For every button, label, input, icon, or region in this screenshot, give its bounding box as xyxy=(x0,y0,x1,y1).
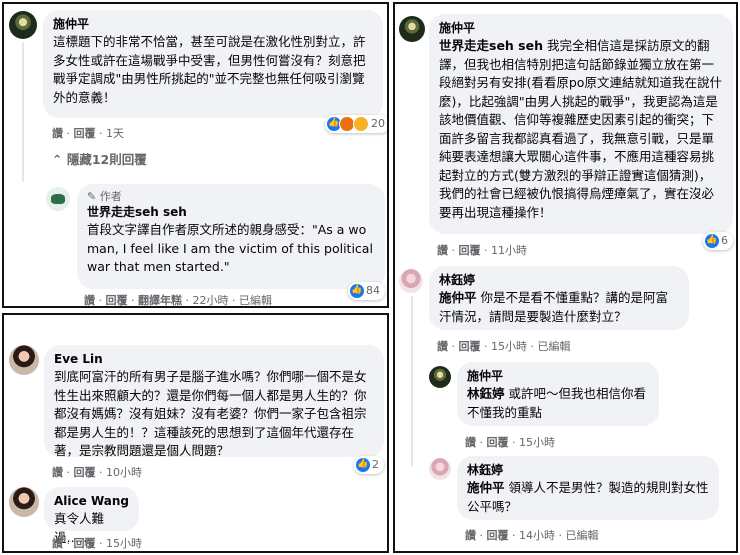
reaction-count: 2 xyxy=(372,458,379,471)
comment-time[interactable]: 15小時 xyxy=(491,340,527,353)
reply-link[interactable]: 回覆 xyxy=(106,294,128,306)
comment-bubble: 施仲平 林鈺婷 或許吧～但我也相信你看不懂我的重點 xyxy=(457,362,659,426)
commenter-name[interactable]: 施仲平 xyxy=(53,16,373,33)
reply-link[interactable]: 回覆 xyxy=(459,340,481,353)
comment-text: 林鈺婷 或許吧～但我也相信你看不懂我的重點 xyxy=(467,386,647,420)
avatar[interactable] xyxy=(46,187,70,211)
edited-label: 已編輯 xyxy=(565,529,599,542)
thread-line xyxy=(411,296,413,466)
like-link[interactable]: 讚 xyxy=(465,529,476,542)
like-link[interactable]: 讚 xyxy=(52,537,63,550)
commenter-name[interactable]: 林鈺婷 xyxy=(467,462,709,479)
comment-time[interactable]: 11小時 xyxy=(491,244,527,257)
comment-bubble: 施仲平 這標題下的非常不恰當，甚至可說是在激化性別對立，許多女性或許在這場戰爭中… xyxy=(43,10,383,118)
like-reaction-icon xyxy=(350,281,364,299)
reply-link[interactable]: 回覆 xyxy=(74,466,96,479)
comment-time[interactable]: 1天 xyxy=(106,127,124,140)
thread-line xyxy=(22,42,24,182)
comment-actions: 讚 · 回覆 · 15小時 xyxy=(52,537,142,550)
comment-panel-bottom-left: Eve Lin 到底阿富汗的所有男子是腦子進水嗎？你們哪一個不是女性生出來照顧大… xyxy=(2,313,389,553)
comment-text: 施仲平 你是不是看不懂重點？講的是阿富汗情況，請問是要製造什麼對立？ xyxy=(439,290,669,324)
comment-time[interactable]: 15小時 xyxy=(519,436,555,449)
reaction-count: 84 xyxy=(366,284,380,297)
mention-tag[interactable]: 林鈺婷 xyxy=(467,386,505,401)
author-badge: ✎ 作者 xyxy=(87,190,122,203)
comment-bubble: 林鈺婷 施仲平 你是不是看不懂重點？講的是阿富汗情況，請問是要製造什麼對立？ xyxy=(429,266,689,330)
comment-actions: 讚 · 回覆 · 15小時 xyxy=(465,436,555,449)
author-icon: ✎ xyxy=(87,190,97,203)
comment-panel-right: 施仲平 世界走走seh seh 我完全相信這是採訪原文的翻譯，但我也相信特別把這… xyxy=(393,2,738,553)
reply-link[interactable]: 回覆 xyxy=(459,244,481,257)
reply-link[interactable]: 回覆 xyxy=(487,529,509,542)
avatar[interactable] xyxy=(399,16,425,42)
comment-bubble: Eve Lin 到底阿富汗的所有男子是腦子進水嗎？你們哪一個不是女性生出來照顧大… xyxy=(44,345,384,458)
commenter-name[interactable]: 林鈺婷 xyxy=(439,272,679,289)
comment-time[interactable]: 14小時 xyxy=(519,529,555,542)
edited-label: 已編輯 xyxy=(239,294,272,307)
reaction-summary[interactable]: 6 xyxy=(703,231,733,250)
mention-tag[interactable]: 世界走走seh seh xyxy=(439,38,543,53)
comment-actions: 讚 · 回覆 · 10小時 xyxy=(52,466,142,479)
like-reaction-icon xyxy=(705,231,719,249)
like-link[interactable]: 讚 xyxy=(52,466,63,479)
like-link[interactable]: 讚 xyxy=(437,340,448,353)
like-link[interactable]: 讚 xyxy=(84,294,95,306)
reply-link[interactable]: 回覆 xyxy=(74,127,96,140)
comment-text: 到底阿富汗的所有男子是腦子進水嗎？你們哪一個不是女性生出來照顧大的？還是你們每一… xyxy=(54,369,367,458)
comment-time[interactable]: 10小時 xyxy=(106,466,142,479)
reaction-summary[interactable]: 2 xyxy=(354,455,384,474)
comment-text: 世界走走seh seh 我完全相信這是採訪原文的翻譯，但我也相信特別把這句話節錄… xyxy=(439,38,722,220)
avatar[interactable] xyxy=(9,11,37,39)
commenter-name[interactable]: 施仲平 xyxy=(439,20,723,37)
like-link[interactable]: 讚 xyxy=(437,244,448,257)
chevron-up-icon: ⌃ xyxy=(52,152,63,167)
comment-time[interactable]: 22小時 xyxy=(193,294,229,306)
comment-actions: 讚 · 回覆 · 翻譯年糕 · 22小時 · 已編輯 xyxy=(84,294,272,307)
reply-link[interactable]: 回覆 xyxy=(487,436,509,449)
like-link[interactable]: 讚 xyxy=(52,127,63,140)
like-reaction-icon xyxy=(356,455,370,473)
mention-tag[interactable]: 施仲平 xyxy=(467,480,505,495)
hide-replies-label: 隱藏12則回覆 xyxy=(66,152,147,167)
comment-panel-top-left: 施仲平 這標題下的非常不恰當，甚至可說是在激化性別對立，許多女性或許在這場戰爭中… xyxy=(2,2,389,308)
comment-bubble: 施仲平 世界走走seh seh 我完全相信這是採訪原文的翻譯，但我也相信特別把這… xyxy=(429,14,733,234)
reaction-count: 20 xyxy=(371,117,385,130)
wow-reaction-icon xyxy=(353,116,369,132)
commenter-name[interactable]: Alice Wang xyxy=(54,493,129,510)
commenter-name[interactable]: Eve Lin xyxy=(54,351,374,368)
comment-bubble: 林鈺婷 施仲平 領導人不是男性？製造的規則對女性公平嗎？ xyxy=(457,456,719,520)
comment-bubble: Alice Wang 真令人難過…… xyxy=(44,487,139,545)
comment-text: 這標題下的非常不恰當，甚至可說是在激化性別對立，許多女性或許在這場戰爭中受害，但… xyxy=(53,34,366,105)
edited-label: 已編輯 xyxy=(537,340,571,353)
avatar[interactable] xyxy=(429,458,451,480)
comment-text: 首段文字譯自作者原文所述的親身感受："As a woman, I feel li… xyxy=(87,222,373,274)
commenter-name[interactable]: 施仲平 xyxy=(467,368,649,385)
reply-link[interactable]: 回覆 xyxy=(74,537,96,550)
comment-time[interactable]: 15小時 xyxy=(106,537,142,550)
like-link[interactable]: 讚 xyxy=(465,436,476,449)
comment-actions: 讚 · 回覆 · 15小時 · 已編輯 xyxy=(437,340,571,353)
comment-actions: 讚 · 回覆 · 11小時 xyxy=(437,244,527,257)
commenter-name[interactable]: 世界走走seh seh xyxy=(87,204,375,221)
hide-replies-button[interactable]: ⌃ 隱藏12則回覆 xyxy=(52,149,147,168)
reaction-summary[interactable]: 20 xyxy=(325,114,387,133)
comment-actions: 讚 · 回覆 · 1天 xyxy=(52,127,124,140)
comment-bubble: ✎ 作者 世界走走seh seh 首段文字譯自作者原文所述的親身感受："As a… xyxy=(77,184,385,289)
mention-tag[interactable]: 施仲平 xyxy=(439,290,477,305)
avatar[interactable] xyxy=(399,269,423,293)
avatar[interactable] xyxy=(9,345,39,375)
avatar[interactable] xyxy=(429,366,451,388)
reaction-count: 6 xyxy=(721,234,728,247)
translate-link[interactable]: 翻譯年糕 xyxy=(138,294,182,306)
reaction-summary[interactable]: 84 xyxy=(348,281,385,300)
avatar[interactable] xyxy=(9,487,39,517)
comment-text: 施仲平 領導人不是男性？製造的規則對女性公平嗎？ xyxy=(467,480,709,514)
comment-actions: 讚 · 回覆 · 14小時 · 已編輯 xyxy=(465,529,599,542)
